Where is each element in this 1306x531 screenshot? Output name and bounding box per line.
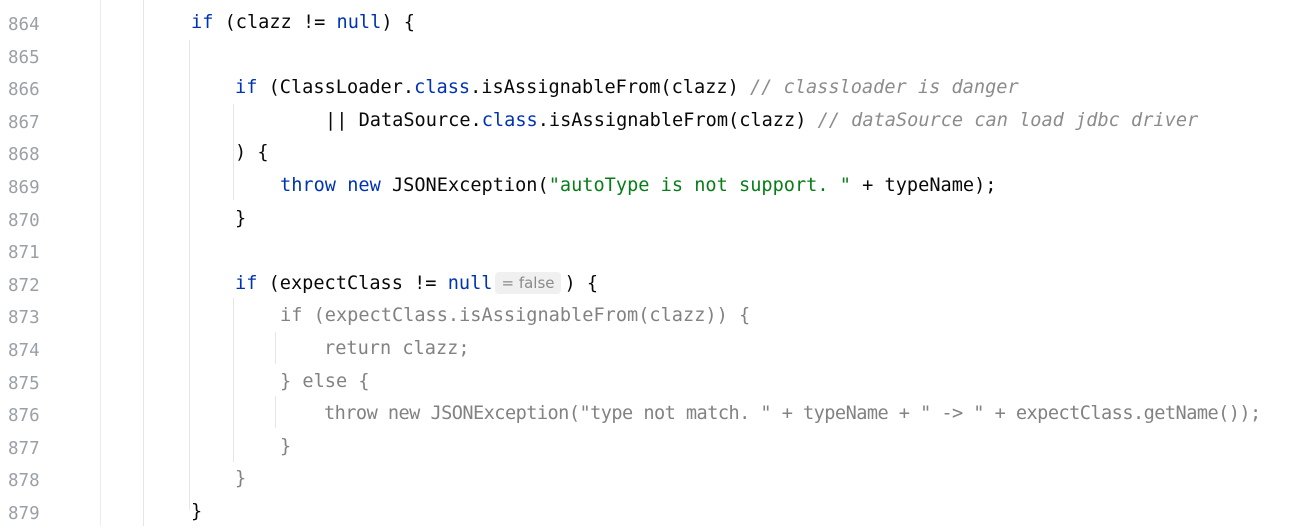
code-line[interactable]: if (clazz != null) { xyxy=(191,7,415,40)
code-line-unreachable[interactable]: } xyxy=(280,431,291,464)
code-text: if (expectClass.isAssignableFrom(clazz))… xyxy=(280,305,751,327)
code-text: ) { xyxy=(564,272,599,294)
code-line[interactable]: if (expectClass != null = false) { xyxy=(235,268,598,301)
code-text: } else { xyxy=(280,370,370,392)
code-text: .isAssignableFrom(clazz) xyxy=(470,77,750,99)
code-text: + typeName); xyxy=(850,175,997,196)
code-line-unreachable[interactable]: return clazz; xyxy=(324,333,470,366)
code-text: } xyxy=(280,435,292,457)
code-comment: // classloader is danger xyxy=(749,77,1019,99)
code-line-unreachable[interactable]: if (expectClass.isAssignableFrom(clazz))… xyxy=(280,300,750,333)
keyword: if xyxy=(235,77,258,99)
code-area[interactable]: if (clazz != null) { if (ClassLoader.cla… xyxy=(0,0,1306,526)
code-line-unreachable[interactable]: } else { xyxy=(280,366,370,399)
code-text: } xyxy=(235,207,247,229)
indent-guide xyxy=(233,298,234,462)
code-text: (ClassLoader. xyxy=(257,77,415,99)
code-line-unreachable[interactable]: } xyxy=(235,463,246,496)
keyword: class xyxy=(414,77,471,99)
indent-guide xyxy=(143,0,144,526)
code-line[interactable]: } xyxy=(191,496,202,529)
indent-guide xyxy=(275,332,276,364)
code-line[interactable]: if (ClassLoader.class.isAssignableFrom(c… xyxy=(235,72,1019,105)
code-text: } xyxy=(191,501,203,522)
code-text: ) { xyxy=(235,142,269,164)
code-line[interactable]: || DataSource.class.isAssignableFrom(cla… xyxy=(325,105,1198,138)
code-text: .isAssignableFrom(clazz) xyxy=(537,109,818,131)
code-line-unreachable[interactable]: throw new JSONException("type not match.… xyxy=(324,398,1261,431)
code-text: || DataSource. xyxy=(325,109,482,131)
code-text: (clazz != xyxy=(213,12,337,33)
keyword: null xyxy=(447,272,493,294)
code-comment: // dataSource can load jdbc driver xyxy=(817,109,1199,131)
code-text: ) { xyxy=(381,12,415,33)
code-text: } xyxy=(235,468,247,490)
keyword: if xyxy=(191,12,214,33)
code-line[interactable]: throw new JSONException("autoType is not… xyxy=(280,170,996,203)
code-line[interactable]: ) { xyxy=(235,137,269,170)
code-editor[interactable]: 864 865 866 867 868 869 870 871 872 873 … xyxy=(0,0,1306,526)
indent-guide xyxy=(189,40,190,510)
indent-guide xyxy=(233,104,234,200)
keyword: null xyxy=(336,12,382,33)
inlay-value-hint: = false xyxy=(495,271,561,294)
code-text: JSONException( xyxy=(380,175,549,196)
keyword: if xyxy=(235,272,258,294)
code-line[interactable]: } xyxy=(235,203,246,236)
keyword: class xyxy=(481,109,538,131)
indent-guide xyxy=(275,396,276,428)
code-text: (expectClass != xyxy=(257,272,448,294)
code-text: throw new JSONException("type not match.… xyxy=(324,403,1261,425)
keyword: throw xyxy=(280,175,336,196)
code-text: return clazz; xyxy=(324,338,470,359)
string-literal: "autoType is not support. " xyxy=(548,175,851,196)
keyword: new xyxy=(347,175,381,196)
